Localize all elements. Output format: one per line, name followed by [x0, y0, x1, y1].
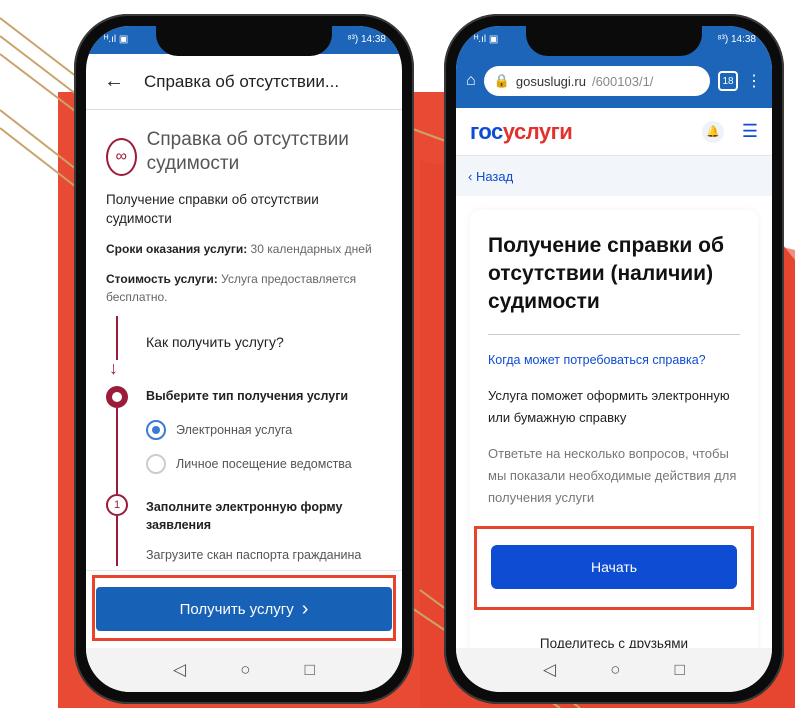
step2-subtitle: Загрузите скан паспорта гражданина	[146, 548, 362, 562]
service-card: Получение справки об отсутствии (наличии…	[470, 210, 758, 682]
screen-left: ᴴ.ıl ▣ ⁸³) 14:38 ← Справка об отсутствии…	[86, 26, 402, 692]
step-active-dot	[106, 386, 128, 408]
app-header: ← Справка об отсутствии...	[86, 54, 402, 110]
step-number-badge: 1	[106, 494, 128, 516]
questions-hint: Ответьте на несколько вопросов, чтобы мы…	[488, 446, 737, 505]
step1-title: Выберите тип получения услуги	[146, 389, 349, 403]
term-info: Сроки оказания услуги: 30 календарных дн…	[106, 242, 372, 256]
start-button[interactable]: Начать	[491, 545, 737, 589]
signal-icon: ᴴ.ıl ▣	[104, 34, 129, 45]
battery-time: ⁸³) 14:38	[347, 34, 386, 45]
steps-timeline: ↓ Как получить услугу? Выберите тип полу…	[106, 316, 382, 566]
url-field[interactable]: 🔒 gosuslugi.ru/600103/1/	[483, 66, 710, 96]
system-nav-bar: ◁ ○ □	[456, 648, 772, 692]
signal-icon: ᴴ.ıl ▣	[474, 34, 499, 45]
service-content: ∞ Справка об отсутствии судимости Получе…	[86, 120, 402, 566]
system-nav-bar: ◁ ○ □	[86, 648, 402, 692]
cost-info: Стоимость услуги: Услуга предоставляется…	[106, 272, 357, 304]
nav-back-icon[interactable]: ◁	[543, 660, 556, 680]
back-link[interactable]: ‹ Назад	[456, 156, 772, 196]
nav-home-icon[interactable]: ○	[610, 660, 620, 680]
get-service-button[interactable]: Получить услугу ›	[96, 587, 392, 631]
bottom-action-bar: Получить услугу ›	[86, 570, 402, 648]
nav-back-icon[interactable]: ◁	[173, 660, 186, 680]
highlight-frame: Начать	[474, 526, 754, 610]
home-icon[interactable]: ⌂	[466, 72, 476, 90]
service-intro: Получение справки об отсутствии судимост…	[106, 192, 319, 226]
site-header: госуслуги 🔔 ☰	[456, 108, 772, 156]
page-title: Справка об отсутствии...	[144, 71, 340, 91]
how-question: Как получить услугу?	[146, 334, 284, 350]
bell-icon[interactable]: 🔔	[701, 120, 724, 143]
chevron-right-icon: ›	[301, 597, 309, 620]
radio-visit[interactable]: Личное посещение ведомства	[146, 454, 352, 474]
phone-right: ᴴ.ıl ▣ ⁸³) 14:38 ⌂ 🔒 gosuslugi.ru/600103…	[444, 14, 784, 704]
menu-icon[interactable]: ☰	[742, 121, 758, 142]
battery-time: ⁸³) 14:38	[717, 34, 756, 45]
phone-left: ᴴ.ıl ▣ ⁸³) 14:38 ← Справка об отсутствии…	[74, 14, 414, 704]
gosuslugi-logo[interactable]: госуслуги	[470, 119, 573, 145]
screen-right: ᴴ.ıl ▣ ⁸³) 14:38 ⌂ 🔒 gosuslugi.ru/600103…	[456, 26, 772, 692]
step2-title: Заполните электронную форму заявления	[146, 500, 343, 532]
service-title: Справка об отсутствии судимости	[146, 129, 349, 174]
nav-home-icon[interactable]: ○	[240, 660, 250, 680]
divider	[488, 334, 740, 335]
radio-selected-icon[interactable]	[146, 420, 166, 440]
card-title: Получение справки об отсутствии (наличии…	[488, 234, 724, 313]
handcuffs-icon: ∞	[106, 138, 137, 176]
radio-empty-icon[interactable]	[146, 454, 166, 474]
tabs-count-button[interactable]: 18	[718, 71, 738, 91]
nav-recents-icon[interactable]: □	[675, 660, 685, 680]
when-needed-link[interactable]: Когда может потребоваться справка?	[488, 353, 740, 367]
more-vert-icon[interactable]: ⋮	[746, 71, 762, 91]
nav-recents-icon[interactable]: □	[305, 660, 315, 680]
camera-notch	[156, 26, 332, 56]
arrow-down-icon: ↓	[109, 358, 118, 378]
browser-bar: ⌂ 🔒 gosuslugi.ru/600103/1/ 18 ⋮	[456, 54, 772, 108]
service-description: Услуга поможет оформить электронную или …	[488, 388, 730, 425]
lock-icon: 🔒	[493, 73, 510, 88]
back-arrow-icon[interactable]: ←	[104, 70, 144, 93]
radio-electronic[interactable]: Электронная услуга	[146, 420, 292, 440]
camera-notch	[526, 26, 702, 56]
